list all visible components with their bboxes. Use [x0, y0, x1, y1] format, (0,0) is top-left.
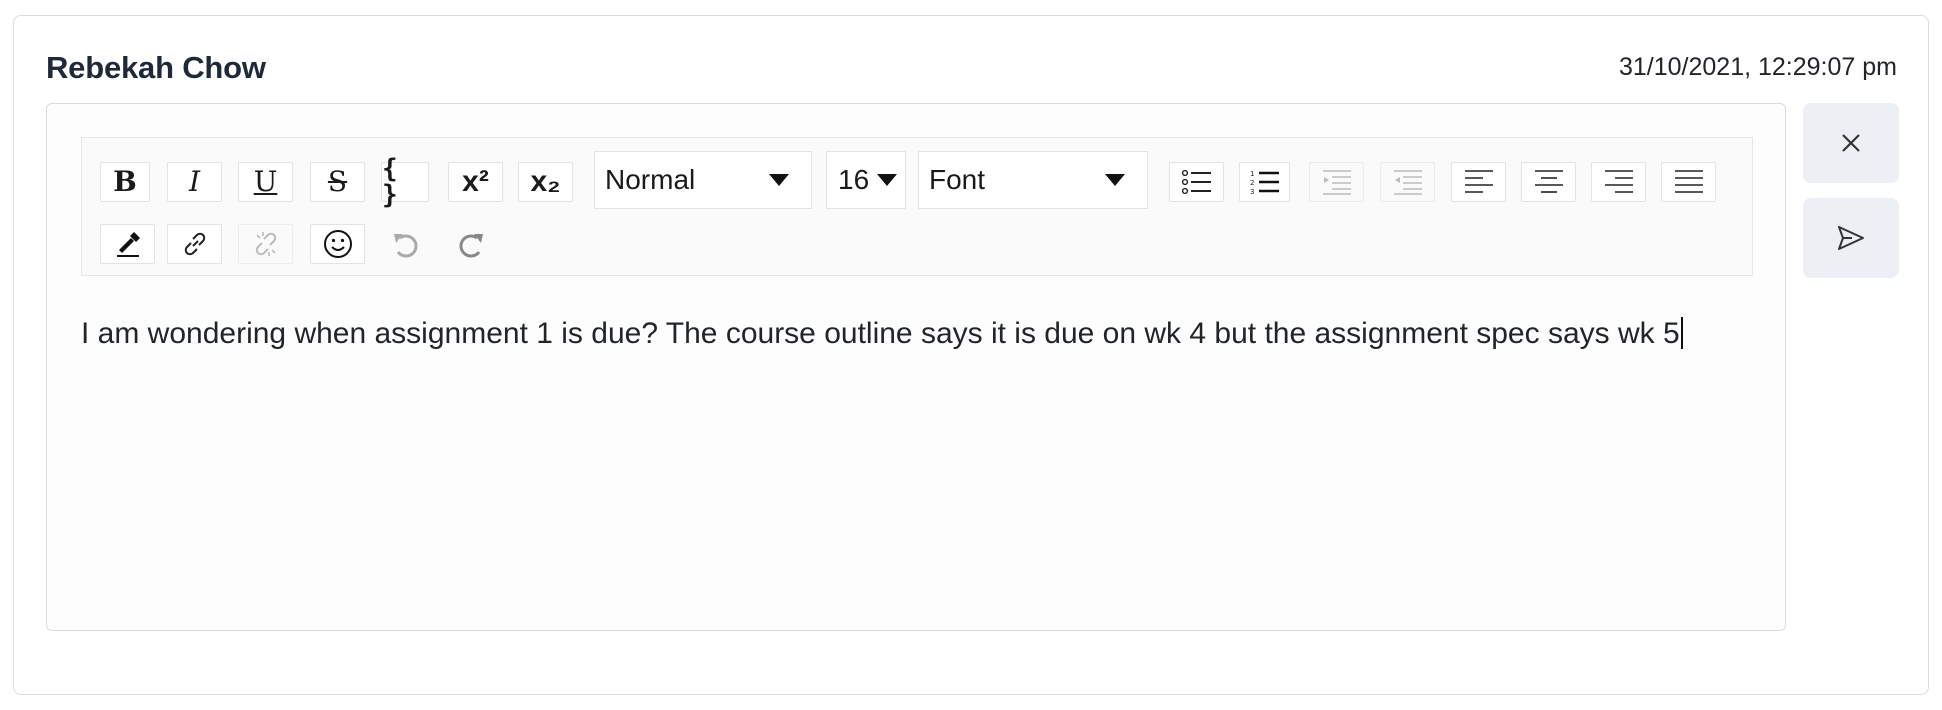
subscript-icon: x₂ [530, 165, 561, 198]
underline-button[interactable]: U [238, 162, 293, 202]
unordered-list-button[interactable] [1169, 162, 1224, 202]
undo-icon [394, 234, 418, 258]
link-button[interactable] [167, 224, 222, 264]
undo-button[interactable] [381, 224, 429, 264]
align-right-icon [1604, 170, 1633, 193]
bulleted-list-icon [1181, 169, 1211, 195]
svg-text:2: 2 [1250, 179, 1254, 187]
message-text: I am wondering when assignment 1 is due?… [81, 317, 1680, 350]
align-center-icon [1534, 170, 1563, 193]
editor-toolbar: B I U S { } x² x₂ Normal 16 Font 1 2 3 [81, 137, 1753, 276]
emoji-button[interactable] [310, 224, 365, 264]
align-justify-icon [1674, 170, 1703, 193]
numbered-list-icon: 1 2 3 [1250, 170, 1279, 196]
strikethrough-icon: S [327, 165, 348, 198]
outdent-icon [1393, 170, 1422, 195]
bold-icon: B [113, 165, 137, 198]
chevron-down-icon [1105, 174, 1125, 186]
font-family-value: Font [929, 164, 986, 195]
subscript-button[interactable]: x₂ [518, 162, 573, 202]
code-icon: { } [382, 154, 398, 210]
text-cursor [1680, 317, 1683, 349]
svg-text:3: 3 [1250, 188, 1254, 196]
justify-button[interactable] [1661, 162, 1716, 202]
align-left-icon [1464, 170, 1493, 193]
link-icon [184, 232, 205, 256]
indent-button[interactable] [1309, 162, 1364, 202]
indent-icon [1322, 170, 1351, 195]
text-color-button[interactable] [100, 224, 155, 264]
post-timestamp: 31/10/2021, 12:29:07 pm [1618, 53, 1897, 81]
color-picker-icon [116, 232, 140, 257]
unlink-icon [255, 232, 276, 256]
bold-button[interactable]: B [100, 162, 150, 202]
underline-icon: U [253, 165, 278, 198]
send-button[interactable] [1803, 198, 1899, 278]
block-type-dropdown[interactable]: Normal [594, 151, 812, 209]
close-icon [1842, 134, 1860, 152]
redo-button[interactable] [448, 224, 496, 264]
superscript-icon: x² [462, 165, 489, 198]
send-icon [1838, 226, 1864, 250]
align-center-button[interactable] [1521, 162, 1576, 202]
chevron-down-icon [877, 174, 897, 186]
cancel-button[interactable] [1803, 103, 1899, 183]
font-size-dropdown[interactable]: 16 [826, 151, 906, 209]
font-size-value: 16 [838, 164, 870, 195]
unlink-button[interactable] [238, 224, 293, 264]
emoji-icon [323, 230, 352, 258]
chevron-down-icon [769, 174, 789, 186]
italic-icon: I [188, 165, 201, 198]
author-name: Rebekah Chow [46, 50, 266, 85]
editor-content[interactable]: I am wondering when assignment 1 is due?… [81, 310, 1761, 358]
align-right-button[interactable] [1591, 162, 1646, 202]
superscript-button[interactable]: x² [448, 162, 503, 202]
outdent-button[interactable] [1380, 162, 1435, 202]
block-type-value: Normal [605, 164, 696, 195]
code-button[interactable]: { } [381, 156, 429, 208]
redo-icon [459, 234, 483, 258]
svg-text:1: 1 [1250, 170, 1254, 178]
ordered-list-button[interactable]: 1 2 3 [1239, 162, 1290, 202]
italic-button[interactable]: I [167, 162, 222, 202]
align-left-button[interactable] [1451, 162, 1506, 202]
font-family-dropdown[interactable]: Font [918, 151, 1148, 209]
strikethrough-button[interactable]: S [310, 162, 365, 202]
rich-text-editor: B I U S { } x² x₂ Normal 16 Font 1 2 3 I… [46, 103, 1786, 631]
